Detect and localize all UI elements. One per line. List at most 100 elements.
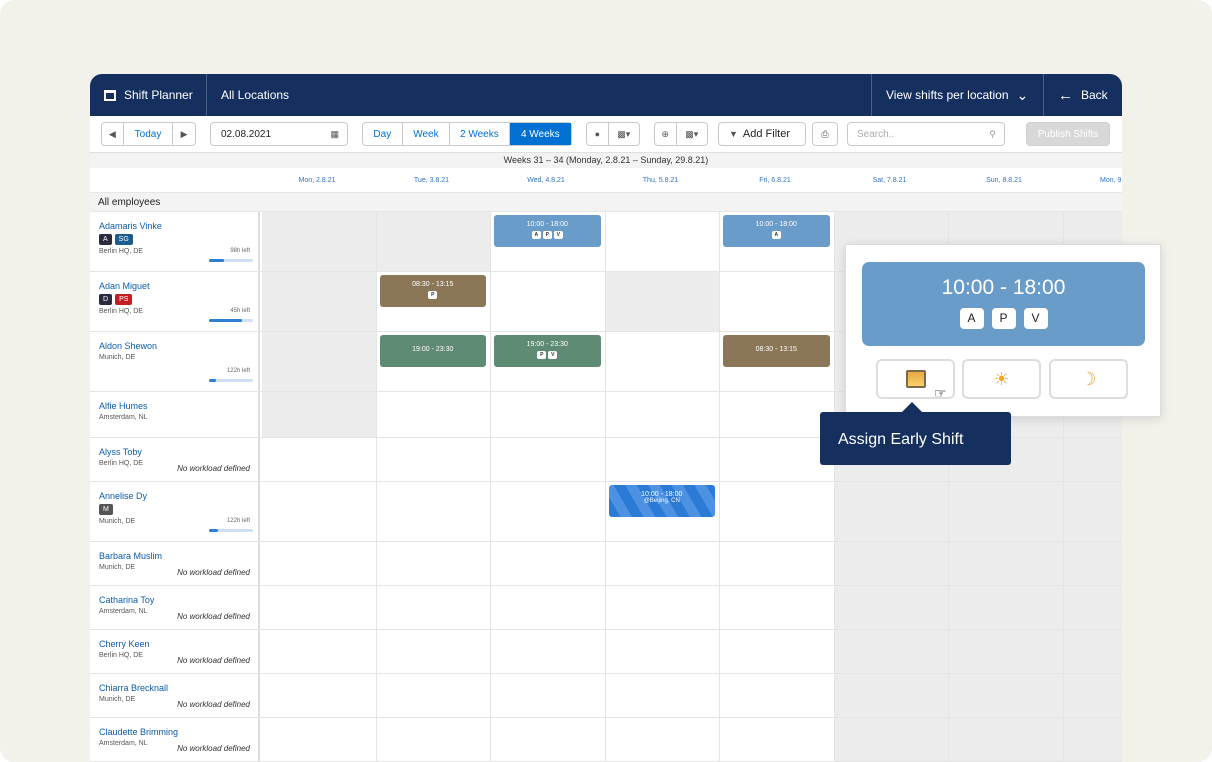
print-button[interactable]: ⎙ [812,122,838,146]
schedule-cell[interactable] [720,542,835,585]
schedule-cell[interactable] [834,630,949,673]
schedule-cell[interactable] [606,718,720,761]
copy-dropdown[interactable]: ▩▾ [609,123,639,145]
schedule-cell[interactable] [377,630,491,673]
search-input[interactable]: Search.. ⚲ [847,122,1005,146]
template-dropdown[interactable]: ▩▾ [677,123,707,145]
schedule-cell[interactable] [262,212,377,271]
schedule-cell[interactable] [720,586,835,629]
night-shift-button[interactable]: ☽ [1049,359,1128,399]
schedule-cell[interactable] [949,674,1064,717]
view-shifts-dropdown[interactable]: View shifts per location ⌄ [872,74,1044,116]
schedule-cell[interactable] [262,674,377,717]
prev-button[interactable]: ◀ [102,123,124,145]
schedule-cell[interactable] [262,718,377,761]
schedule-cell[interactable] [376,212,491,271]
employee-name[interactable]: Adan Miguet [99,281,258,291]
schedule-cell[interactable] [1063,482,1122,541]
schedule-cell[interactable] [262,542,377,585]
shift-block[interactable]: 10:00 - 18:00 A [723,215,830,247]
employee-name[interactable]: Alfie Humes [99,401,258,411]
schedule-cell[interactable] [605,272,720,331]
schedule-cell[interactable] [834,542,949,585]
schedule-cell[interactable] [491,630,606,673]
schedule-cell[interactable] [606,332,720,391]
schedule-cell[interactable] [1063,718,1122,761]
schedule-cell[interactable] [1063,438,1122,481]
schedule-cell[interactable] [720,674,835,717]
schedule-cell[interactable] [1063,586,1122,629]
schedule-cell[interactable] [949,630,1064,673]
assign-user-button[interactable]: ● [587,123,609,145]
schedule-cell[interactable] [491,438,606,481]
add-filter-button[interactable]: ▼ Add Filter [718,122,806,146]
schedule-cell[interactable] [606,542,720,585]
back-button[interactable]: ← Back [1044,74,1122,116]
schedule-cell[interactable] [834,674,949,717]
schedule-cell[interactable] [491,718,606,761]
schedule-cell[interactable] [262,586,377,629]
schedule-cell[interactable] [606,586,720,629]
schedule-cell[interactable] [720,438,835,481]
shift-block[interactable]: 08:30 - 13:15 P [379,275,486,307]
schedule-cell[interactable] [262,438,377,481]
schedule-cell[interactable] [720,718,835,761]
schedule-cell[interactable] [377,438,491,481]
schedule-cell[interactable] [491,542,606,585]
early-shift-button[interactable]: ☞ [876,359,955,401]
schedule-cell[interactable] [949,586,1064,629]
schedule-cell[interactable] [1063,630,1122,673]
employee-name[interactable]: Cherry Keen [99,639,258,649]
employee-name[interactable]: Catharina Toy [99,595,258,605]
schedule-cell[interactable] [262,272,377,331]
schedule-cell[interactable] [262,332,377,391]
today-button[interactable]: Today [124,123,174,145]
shift-block[interactable]: 19:00 - 23:30 P V [494,335,601,367]
schedule-cell[interactable] [720,630,835,673]
add-button[interactable]: ⊕ [655,123,677,145]
view-2weeks[interactable]: 2 Weeks [450,123,510,145]
schedule-cell[interactable] [834,586,949,629]
schedule-cell[interactable] [949,542,1064,585]
day-shift-button[interactable]: ☀ [962,359,1041,399]
schedule-cell[interactable] [377,482,491,541]
schedule-cell[interactable] [1063,542,1122,585]
employee-name[interactable]: Adamaris Vinke [99,221,258,231]
shift-block[interactable]: 10:00 - 18:00 A P V [494,215,601,247]
schedule-cell[interactable] [262,482,377,541]
schedule-cell[interactable] [606,674,720,717]
schedule-cell[interactable] [377,674,491,717]
schedule-cell[interactable] [377,586,491,629]
schedule-cell[interactable] [834,482,949,541]
shift-block[interactable]: 19:00 - 23:30 [379,335,486,367]
employee-name[interactable]: Claudette Brimming [99,727,258,737]
date-input[interactable]: 02.08.2021 ▦ [210,122,348,146]
schedule-cell[interactable] [834,718,949,761]
schedule-cell[interactable] [720,392,835,437]
employee-name[interactable]: Alyss Toby [99,447,258,457]
schedule-cell[interactable] [491,272,606,331]
employee-name[interactable]: Annelise Dy [99,491,258,501]
schedule-cell[interactable] [262,392,377,437]
employee-name[interactable]: Chiarra Brecknall [99,683,258,693]
schedule-cell[interactable] [262,630,377,673]
schedule-cell[interactable] [720,272,835,331]
next-button[interactable]: ▶ [173,123,195,145]
schedule-cell[interactable] [606,392,720,437]
employee-name[interactable]: Barbara Muslim [99,551,258,561]
schedule-cell[interactable] [491,392,606,437]
schedule-cell[interactable] [377,718,491,761]
schedule-cell[interactable] [720,482,835,541]
publish-shifts-button[interactable]: Publish Shifts [1026,122,1110,146]
shift-block[interactable]: 08:30 - 13:15 [723,335,830,367]
schedule-cell[interactable] [1063,674,1122,717]
schedule-cell[interactable] [606,630,720,673]
schedule-cell[interactable] [377,542,491,585]
schedule-cell[interactable] [491,482,606,541]
schedule-cell[interactable] [491,674,606,717]
schedule-cell[interactable] [606,438,720,481]
app-title[interactable]: Shift Planner [90,74,207,116]
schedule-cell[interactable] [949,718,1064,761]
shift-block[interactable]: 10:00 - 18:00 @Beijing, CN [608,485,715,517]
employee-name[interactable]: Aldon Shewon [99,341,258,351]
